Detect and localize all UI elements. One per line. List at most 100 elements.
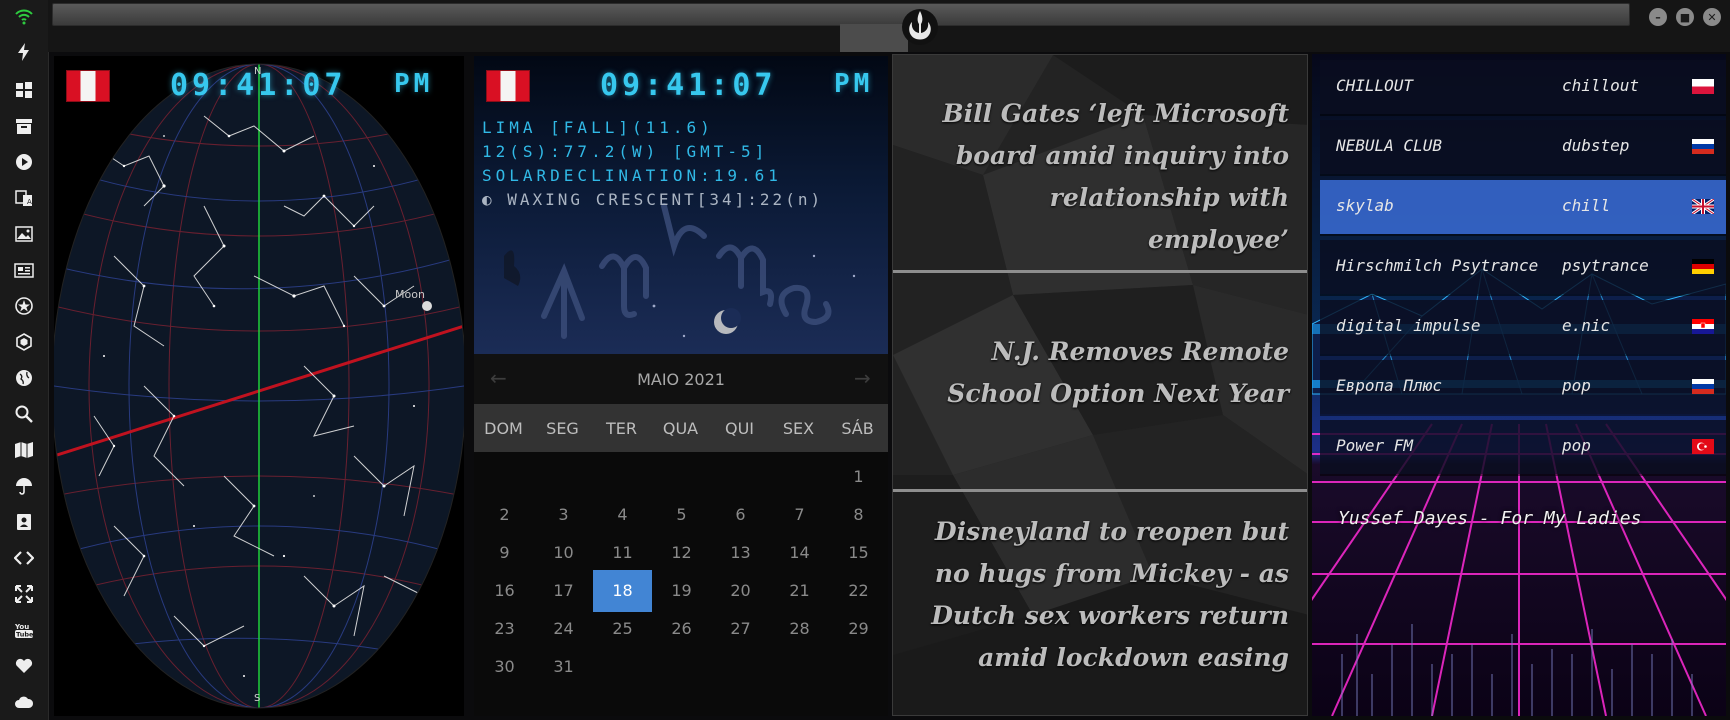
hexagon-icon[interactable] — [14, 332, 34, 352]
star-map[interactable] — [54, 56, 464, 716]
heart-icon[interactable] — [14, 656, 34, 676]
next-month-button[interactable]: → — [854, 366, 871, 390]
russia-flag — [1692, 379, 1714, 394]
map-icon[interactable] — [14, 440, 34, 460]
calendar-day[interactable]: 31 — [534, 646, 593, 688]
wifi-icon[interactable] — [14, 6, 34, 26]
station-name: digital impulse — [1336, 316, 1481, 335]
station-row[interactable]: NEBULA CLUB dubstep — [1320, 120, 1726, 174]
weekday-label: DOM — [484, 419, 523, 438]
croatia-flag — [1692, 319, 1714, 334]
calendar-day[interactable]: 10 — [534, 532, 593, 574]
poland-flag — [1692, 79, 1714, 94]
calendar-day[interactable]: 19 — [652, 570, 711, 612]
peru-flag — [486, 70, 530, 102]
translate-icon[interactable]: A — [14, 188, 34, 208]
globe-icon[interactable] — [14, 368, 34, 388]
calendar-day[interactable]: 8 — [829, 494, 888, 536]
station-name: Power FM — [1336, 436, 1414, 455]
close-button[interactable]: ✕ — [1703, 8, 1721, 26]
moon-label: Moon — [395, 288, 425, 301]
weekday-label: SEG — [546, 419, 579, 438]
calendar-day[interactable]: 3 — [534, 494, 593, 536]
station-row[interactable]: Hirschmilch Psytrance psytrance — [1320, 240, 1726, 294]
station-genre: psytrance — [1562, 256, 1649, 275]
station-row[interactable]: CHILLOUT chillout — [1320, 60, 1726, 114]
cloud-icon[interactable] — [14, 692, 34, 712]
station-genre: e.nic — [1562, 316, 1611, 335]
calendar-day[interactable]: 5 — [652, 494, 711, 536]
calendar-day[interactable]: 15 — [829, 532, 888, 574]
play-icon[interactable] — [14, 152, 34, 172]
calendar-day[interactable]: 26 — [652, 608, 711, 650]
calendar-day[interactable]: 2 — [475, 494, 534, 536]
calendar-day[interactable]: 20 — [711, 570, 770, 612]
news-divider — [893, 489, 1307, 492]
address-bar[interactable] — [52, 3, 1630, 26]
maximize-button[interactable]: ■ — [1676, 8, 1694, 26]
sky-clock-ampm: PM — [394, 69, 434, 99]
calendar-day[interactable]: 28 — [770, 608, 829, 650]
moon-phase-icon: ◐ — [482, 190, 508, 209]
calendar-day[interactable]: 9 — [475, 532, 534, 574]
calendar-day[interactable]: 21 — [770, 570, 829, 612]
moon-phase-line: ◐ WAXING CRESCENT[34]:22(n) — [482, 190, 823, 209]
rebel-alliance-logo[interactable] — [900, 7, 940, 47]
station-row[interactable]: skylab chill — [1320, 180, 1726, 234]
star-icon[interactable] — [14, 296, 34, 316]
minimize-button[interactable]: – — [1649, 8, 1667, 26]
calendar-day[interactable]: 17 — [534, 570, 593, 612]
station-genre: dubstep — [1562, 136, 1630, 155]
info-clock-time: 09:41:07 — [600, 68, 777, 103]
south-label: S — [254, 693, 261, 704]
calendar-day[interactable]: 27 — [711, 608, 770, 650]
code-icon[interactable] — [14, 548, 34, 568]
weekday-label: QUI — [724, 419, 755, 438]
station-name: Европа Плюс — [1336, 376, 1442, 395]
news-headline-2[interactable]: N.J. Removes Remote School Option Next Y… — [909, 331, 1289, 415]
calendar-day[interactable]: 13 — [711, 532, 770, 574]
moon-phase-text: WAXING CRESCENT[34]:22(n) — [507, 190, 824, 209]
calendar-day[interactable]: 25 — [593, 608, 652, 650]
news-divider — [893, 270, 1307, 273]
archive-icon[interactable] — [14, 116, 34, 136]
search-icon[interactable] — [14, 404, 34, 424]
calendar-day[interactable]: 29 — [829, 608, 888, 650]
calendar-day[interactable]: 14 — [770, 532, 829, 574]
flash-icon[interactable] — [14, 42, 34, 62]
calendar-day[interactable]: 24 — [534, 608, 593, 650]
calendar-day[interactable]: 22 — [829, 570, 888, 612]
calendar-day[interactable]: 16 — [475, 570, 534, 612]
calendar-day[interactable]: 11 — [593, 532, 652, 574]
calendar-day-selected[interactable]: 18 — [593, 570, 652, 612]
news-icon[interactable] — [14, 260, 34, 280]
windows-icon[interactable] — [14, 80, 34, 100]
close-icon: ✕ — [1707, 10, 1717, 24]
contacts-icon[interactable] — [14, 512, 34, 532]
umbrella-icon[interactable] — [14, 476, 34, 496]
calendar-day[interactable]: 1 — [829, 456, 888, 498]
location-info-panel: 09:41:07 PM LIMA [FALL](11.6) 12(S):77.2… — [474, 56, 888, 354]
radio-panel: CHILLOUT chillout NEBULA CLUB dubstep skylab… — [1312, 54, 1726, 716]
image-icon[interactable] — [14, 224, 34, 244]
station-row[interactable]: Европа Плюс pop — [1320, 360, 1726, 414]
station-row[interactable]: Power FM pop — [1320, 420, 1726, 474]
station-row[interactable]: digital impulse e.nic — [1320, 300, 1726, 354]
station-name: skylab — [1336, 196, 1394, 215]
calendar-day[interactable]: 6 — [711, 494, 770, 536]
maximize-icon: ■ — [1679, 10, 1691, 24]
germany-flag — [1692, 259, 1714, 274]
calendar-day[interactable]: 12 — [652, 532, 711, 574]
calendar-day[interactable]: 7 — [770, 494, 829, 536]
weekday-label: QUA — [662, 419, 699, 438]
active-tab[interactable] — [840, 24, 908, 52]
youtube-icon[interactable]: You Tube — [14, 620, 34, 640]
calendar-header: ← MAIO 2021 → — [474, 354, 888, 404]
calendar-day[interactable]: 30 — [475, 646, 534, 688]
expand-icon[interactable] — [14, 584, 34, 604]
calendar-day[interactable]: 23 — [475, 608, 534, 650]
news-headline-3[interactable]: Disneyland to reopen but no hugs from Mi… — [909, 511, 1289, 679]
news-headline-1[interactable]: Bill Gates ‘left Microsoft board amid in… — [909, 93, 1289, 261]
calendar-day[interactable]: 4 — [593, 494, 652, 536]
app-sidebar: A You Tube — [0, 0, 49, 720]
